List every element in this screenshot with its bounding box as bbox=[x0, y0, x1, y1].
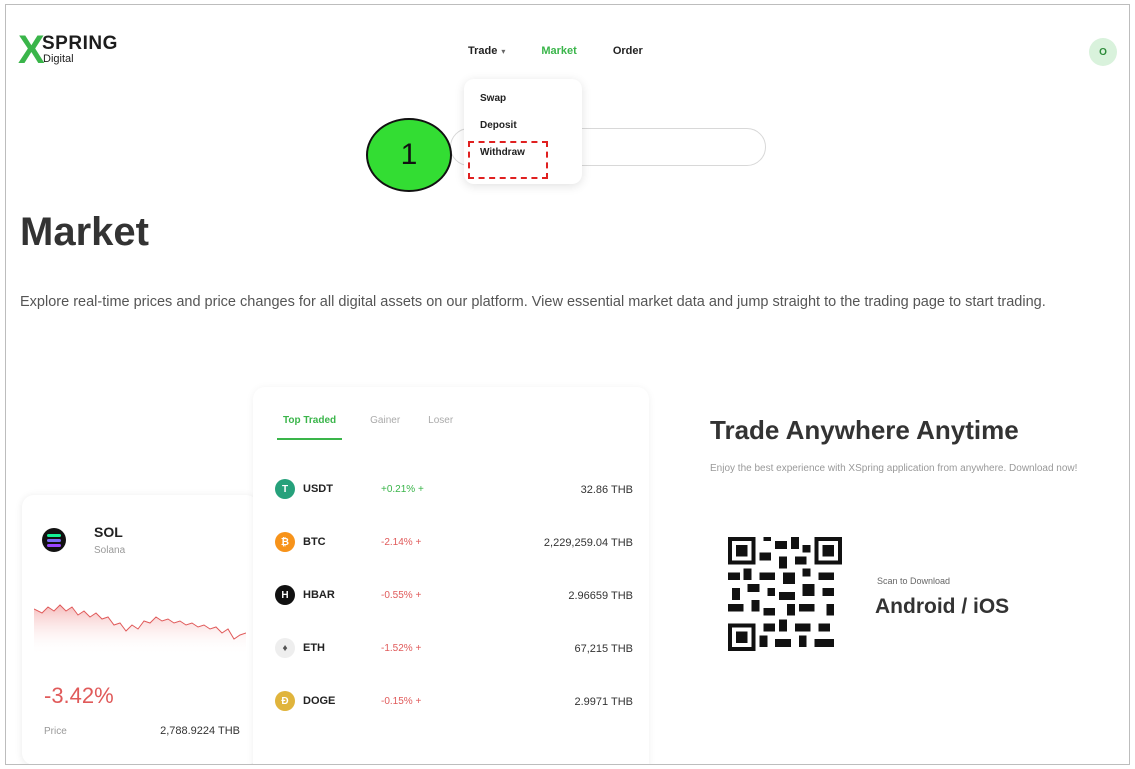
logo-x-mark: X bbox=[18, 28, 45, 72]
table-row[interactable]: H HBAR -0.55% + 2.96659 THB bbox=[275, 581, 635, 634]
coin-price: 2.9971 THB bbox=[574, 696, 633, 708]
hbar-icon: H bbox=[275, 585, 295, 605]
featured-price: 2,788.9224 THB bbox=[160, 725, 240, 737]
solana-icon bbox=[42, 528, 66, 552]
coin-symbol: DOGE bbox=[303, 695, 336, 707]
logo-name: SPRING bbox=[42, 33, 118, 54]
nav-market[interactable]: Market bbox=[541, 45, 576, 57]
coin-change: -1.52% + bbox=[381, 643, 422, 654]
table-row[interactable]: Ð DOGE -0.15% + 2.9971 THB bbox=[275, 687, 635, 740]
doge-icon: Ð bbox=[275, 691, 295, 711]
chevron-down-icon: ▾ bbox=[501, 47, 506, 56]
nav-trade[interactable]: Trade ▾ bbox=[468, 45, 505, 57]
coin-price: 2.96659 THB bbox=[568, 590, 633, 602]
highlight-box bbox=[468, 141, 548, 179]
coin-change: -2.14% + bbox=[381, 537, 422, 548]
tab-top-traded[interactable]: Top Traded bbox=[277, 415, 343, 440]
coin-symbol: HBAR bbox=[303, 589, 335, 601]
avatar[interactable]: O bbox=[1089, 38, 1117, 66]
page-title: Market bbox=[20, 210, 149, 254]
step-badge: 1 bbox=[366, 118, 452, 192]
market-rows: T USDT +0.21% + 32.86 THB ₿ BTC -2.14% +… bbox=[275, 475, 635, 740]
table-row[interactable]: ♦ ETH -1.52% + 67,215 THB bbox=[275, 634, 635, 687]
menu-item-swap[interactable]: Swap bbox=[480, 91, 582, 118]
btc-icon: ₿ bbox=[275, 532, 295, 552]
coin-symbol: ETH bbox=[303, 642, 325, 654]
logo-sub: Digital bbox=[43, 53, 74, 65]
coin-symbol: USDT bbox=[303, 483, 333, 495]
table-row[interactable]: T USDT +0.21% + 32.86 THB bbox=[275, 475, 635, 528]
scan-label: Scan to Download bbox=[877, 576, 951, 586]
eth-icon: ♦ bbox=[275, 638, 295, 658]
logo[interactable]: X SPRING Digital bbox=[18, 28, 148, 72]
coin-change: +0.21% + bbox=[381, 484, 424, 495]
coin-symbol: BTC bbox=[303, 536, 326, 548]
qr-code-icon[interactable] bbox=[727, 537, 843, 651]
tab-gainer[interactable]: Gainer bbox=[370, 415, 400, 440]
platforms-label: Android / iOS bbox=[875, 595, 1010, 618]
usdt-icon: T bbox=[275, 479, 295, 499]
tab-loser[interactable]: Loser bbox=[428, 415, 453, 440]
coin-change: -0.15% + bbox=[381, 696, 422, 707]
featured-price-label: Price bbox=[44, 726, 67, 737]
coin-price: 2,229,259.04 THB bbox=[543, 537, 633, 549]
top-nav: Trade ▾ Market Order bbox=[468, 45, 643, 57]
sparkline-chart bbox=[34, 604, 246, 655]
featured-change: -3.42% bbox=[44, 683, 114, 708]
table-row[interactable]: ₿ BTC -2.14% + 2,229,259.04 THB bbox=[275, 528, 635, 581]
market-tabs: Top Traded Gainer Loser bbox=[277, 415, 453, 440]
nav-order[interactable]: Order bbox=[613, 45, 643, 57]
coin-price: 32.86 THB bbox=[580, 484, 633, 496]
featured-symbol: SOL bbox=[94, 524, 123, 540]
coin-price: 67,215 THB bbox=[574, 643, 633, 655]
featured-name: Solana bbox=[94, 545, 126, 556]
promo-subtitle: Enjoy the best experience with XSpring a… bbox=[710, 463, 1078, 474]
featured-coin-card[interactable]: SOL Solana -3.42% Price 2,788.9224 THB bbox=[22, 495, 258, 764]
market-table-card: Top Traded Gainer Loser T USDT +0.21% + … bbox=[253, 387, 649, 764]
promo-title: Trade Anywhere Anytime bbox=[710, 415, 1019, 445]
app-window: X SPRING Digital Trade ▾ Market Order O S… bbox=[5, 4, 1130, 765]
nav-trade-label: Trade bbox=[468, 45, 498, 57]
page-description: Explore real-time prices and price chang… bbox=[20, 294, 1046, 310]
coin-change: -0.55% + bbox=[381, 590, 422, 601]
